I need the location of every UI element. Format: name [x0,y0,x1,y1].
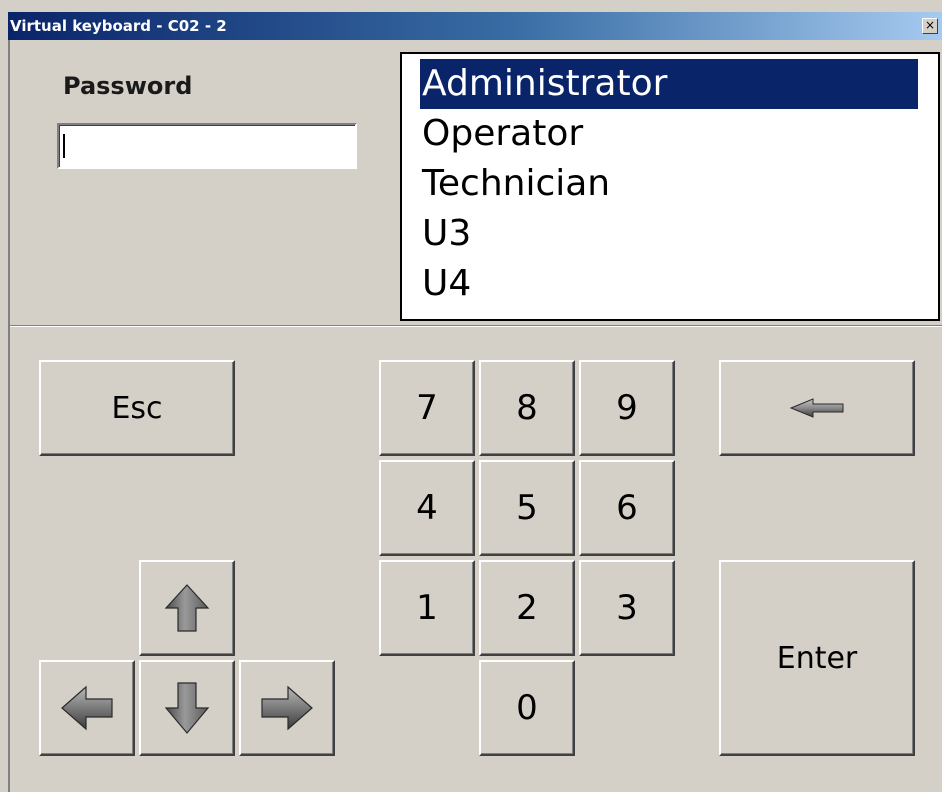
key-6-label: 6 [616,488,638,528]
key-8-label: 8 [516,388,538,428]
esc-button[interactable]: Esc [39,360,235,456]
password-label: Password [63,72,193,100]
user-item-administrator[interactable]: Administrator [420,59,918,109]
up-arrow-button[interactable] [139,560,235,656]
key-3-label: 3 [616,588,638,628]
key-7-label: 7 [416,388,438,428]
key-9[interactable]: 9 [579,360,675,456]
separator [10,325,942,327]
user-item-technician[interactable]: Technician [420,159,918,209]
key-7[interactable]: 7 [379,360,475,456]
key-4-label: 4 [416,488,438,528]
esc-label: Esc [111,390,163,426]
key-1[interactable]: 1 [379,560,475,656]
left-arrow-button[interactable] [39,660,135,756]
key-9-label: 9 [616,388,638,428]
backspace-button[interactable] [719,360,915,456]
backspace-arrow-icon [789,398,844,418]
user-item-u4[interactable]: U4 [420,259,918,309]
password-input[interactable] [57,123,357,169]
enter-label: Enter [776,640,858,676]
window-border [8,40,10,792]
key-2[interactable]: 2 [479,560,575,656]
key-6[interactable]: 6 [579,460,675,556]
up-arrow-icon [164,584,210,632]
right-arrow-icon [261,685,313,731]
close-button[interactable]: × [922,18,938,34]
close-icon: × [924,18,936,32]
down-arrow-icon [164,682,210,734]
key-8[interactable]: 8 [479,360,575,456]
user-item-u3[interactable]: U3 [420,209,918,259]
window-title: Virtual keyboard - C02 - 2 [10,17,227,35]
key-5-label: 5 [516,488,538,528]
key-3[interactable]: 3 [579,560,675,656]
down-arrow-button[interactable] [139,660,235,756]
text-caret [63,134,65,158]
user-list[interactable]: Administrator Operator Technician U3 U4 [400,52,940,321]
key-0-label: 0 [516,688,538,728]
key-1-label: 1 [416,588,438,628]
right-arrow-button[interactable] [239,660,335,756]
title-bar: Virtual keyboard - C02 - 2 × [8,12,942,40]
key-2-label: 2 [516,588,538,628]
key-4[interactable]: 4 [379,460,475,556]
enter-button[interactable]: Enter [719,560,915,756]
left-arrow-icon [61,685,113,731]
key-0[interactable]: 0 [479,660,575,756]
user-item-operator[interactable]: Operator [420,109,918,159]
key-5[interactable]: 5 [479,460,575,556]
